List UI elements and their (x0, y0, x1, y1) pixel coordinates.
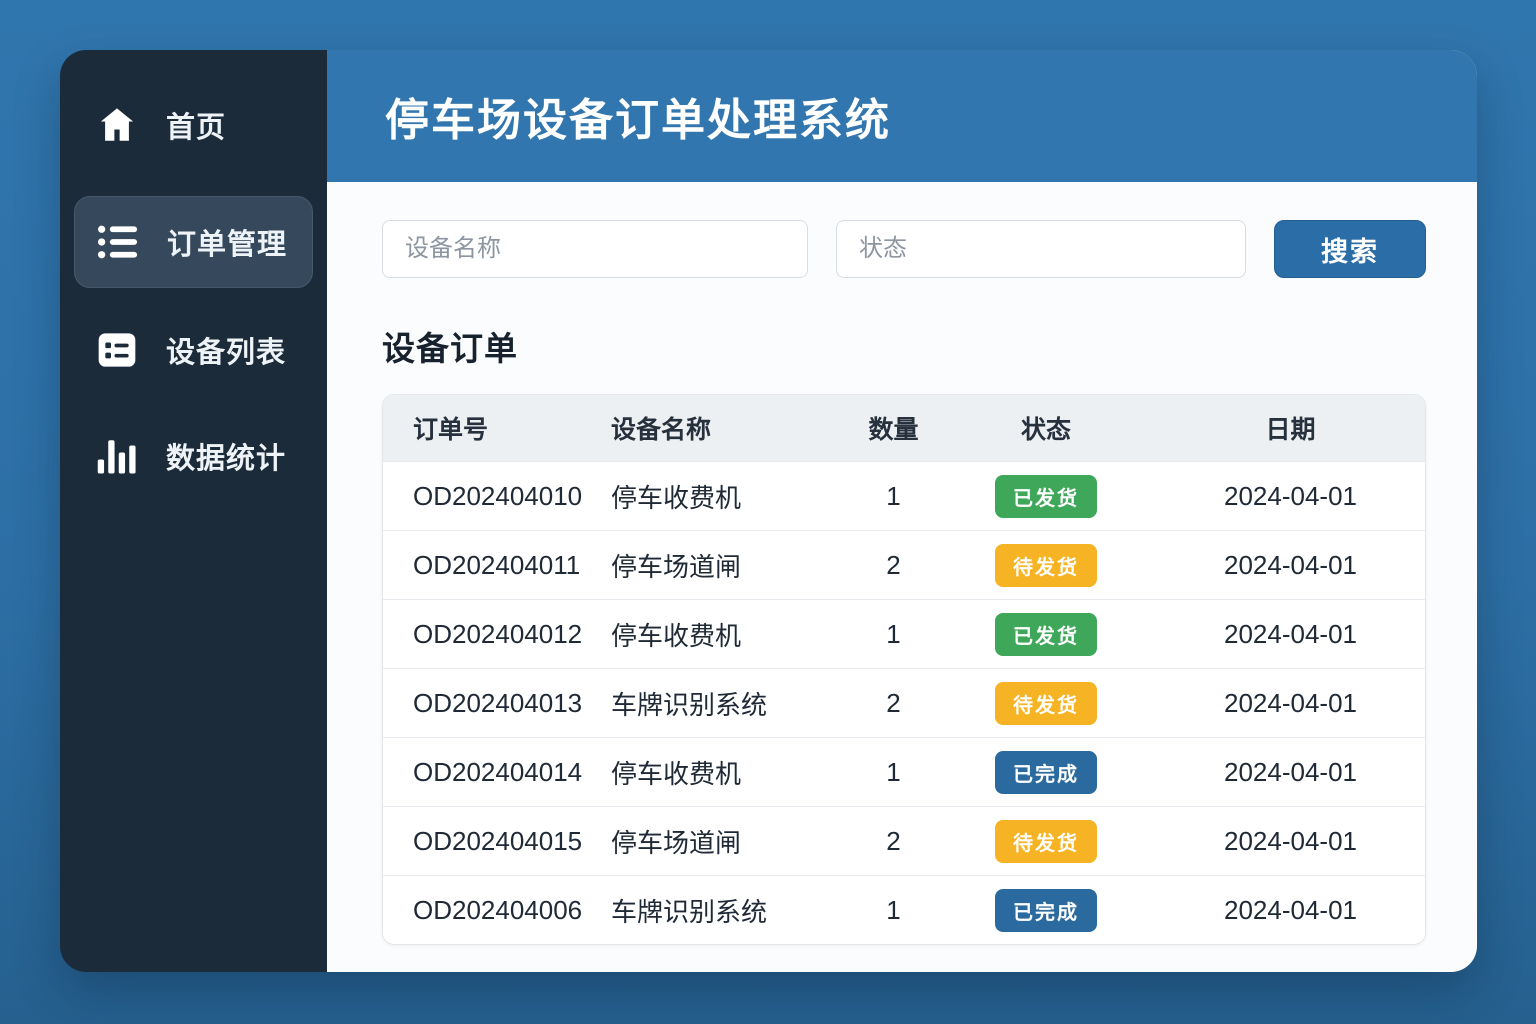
app-window: 首页订单管理设备列表数据统计 停车场设备订单处理系统 搜索 设备订单 订单号 设… (60, 50, 1477, 972)
orders-table: 订单号 设备名称 数量 状态 日期 OD202404010 停车收费机 1 已发… (382, 394, 1426, 945)
sidebar-item-label: 数据统计 (166, 443, 287, 475)
sidebar: 首页订单管理设备列表数据统计 (60, 50, 327, 972)
status-cell: 已发货 (936, 474, 1156, 518)
status-badge: 待发货 (995, 681, 1097, 725)
home-icon (94, 104, 140, 146)
status-badge: 已完成 (995, 750, 1097, 794)
date-cell: 2024-04-01 (1224, 756, 1357, 787)
order-no-cell: OD202404010 (413, 480, 583, 511)
sidebar-item-0[interactable]: 首页 (74, 80, 313, 170)
sidebar-item-label: 设备列表 (166, 337, 287, 369)
order-no-cell: OD202404015 (413, 825, 583, 856)
device-list-icon (94, 330, 140, 370)
device-name-cell: 停车收费机 (611, 482, 742, 513)
table-body: OD202404010 停车收费机 1 已发货 2024-04-01 OD202… (383, 461, 1425, 944)
device-name-cell: 停车场道闸 (611, 827, 742, 858)
order-no-cell: OD202404006 (413, 894, 583, 925)
date-cell: 2024-04-01 (1224, 825, 1357, 856)
sidebar-item-3[interactable]: 数据统计 (74, 414, 313, 498)
device-name-cell: 车牌识别系统 (611, 689, 768, 720)
status-badge: 已完成 (995, 888, 1097, 932)
status-badge: 已发货 (995, 612, 1097, 656)
table-row[interactable]: OD202404013 车牌识别系统 2 待发货 2024-04-01 (383, 668, 1425, 737)
date-cell: 2024-04-01 (1224, 549, 1357, 580)
column-header-device-name: 设备名称 (611, 416, 712, 444)
quantity-cell: 1 (886, 756, 901, 787)
device-name-input[interactable] (382, 220, 808, 278)
search-button[interactable]: 搜索 (1274, 220, 1426, 278)
page-title: 停车场设备订单处理系统 (385, 96, 891, 145)
content-area: 搜索 设备订单 订单号 设备名称 数量 状态 日期 OD202404010 停车… (327, 182, 1477, 972)
search-bar: 搜索 (382, 220, 1426, 278)
quantity-cell: 1 (886, 618, 901, 649)
quantity-cell: 2 (886, 687, 901, 718)
table-row[interactable]: OD202404011 停车场道闸 2 待发货 2024-04-01 (383, 530, 1425, 599)
device-name-cell: 停车收费机 (611, 758, 742, 789)
column-header-date: 日期 (1265, 416, 1316, 444)
quantity-cell: 2 (886, 549, 901, 580)
column-header-status: 状态 (1020, 416, 1071, 444)
table-row[interactable]: OD202404010 停车收费机 1 已发货 2024-04-01 (383, 461, 1425, 530)
sidebar-item-label: 订单管理 (167, 229, 288, 261)
device-name-cell: 车牌识别系统 (611, 896, 768, 927)
table-row[interactable]: OD202404014 停车收费机 1 已完成 2024-04-01 (383, 737, 1425, 806)
device-name-cell: 停车收费机 (611, 620, 742, 651)
bar-chart-icon (94, 436, 140, 476)
status-badge: 已发货 (995, 474, 1097, 518)
quantity-cell: 1 (886, 480, 901, 511)
app-header: 停车场设备订单处理系统 (327, 50, 1477, 182)
quantity-cell: 2 (886, 825, 901, 856)
order-no-cell: OD202404012 (413, 618, 583, 649)
table-row[interactable]: OD202404012 停车收费机 1 已发货 2024-04-01 (383, 599, 1425, 668)
date-cell: 2024-04-01 (1224, 618, 1357, 649)
order-no-cell: OD202404013 (413, 687, 583, 718)
section-title: 设备订单 (382, 330, 518, 367)
status-input[interactable] (836, 220, 1246, 278)
column-header-order-no: 订单号 (413, 416, 489, 444)
status-cell: 已发货 (936, 612, 1156, 656)
quantity-cell: 1 (886, 894, 901, 925)
column-header-quantity: 数量 (868, 416, 919, 444)
table-row[interactable]: OD202404015 停车场道闸 2 待发货 2024-04-01 (383, 806, 1425, 875)
status-cell: 已完成 (936, 888, 1156, 932)
status-badge: 待发货 (995, 819, 1097, 863)
table-row[interactable]: OD202404006 车牌识别系统 1 已完成 2024-04-01 (383, 875, 1425, 944)
order-no-cell: OD202404014 (413, 756, 583, 787)
status-cell: 待发货 (936, 681, 1156, 725)
order-no-cell: OD202404011 (413, 549, 581, 580)
status-cell: 已完成 (936, 750, 1156, 794)
date-cell: 2024-04-01 (1224, 687, 1357, 718)
sidebar-item-2[interactable]: 设备列表 (74, 308, 313, 392)
status-cell: 待发货 (936, 543, 1156, 587)
sidebar-item-label: 首页 (166, 112, 227, 144)
sidebar-item-1[interactable]: 订单管理 (74, 196, 313, 288)
status-cell: 待发货 (936, 819, 1156, 863)
date-cell: 2024-04-01 (1224, 894, 1357, 925)
device-name-cell: 停车场道闸 (611, 551, 742, 582)
main-area: 停车场设备订单处理系统 搜索 设备订单 订单号 设备名称 数量 状态 日期 OD… (327, 50, 1477, 972)
table-header-row: 订单号 设备名称 数量 状态 日期 (383, 395, 1425, 461)
order-list-icon (95, 222, 141, 262)
status-badge: 待发货 (995, 543, 1097, 587)
date-cell: 2024-04-01 (1224, 480, 1357, 511)
